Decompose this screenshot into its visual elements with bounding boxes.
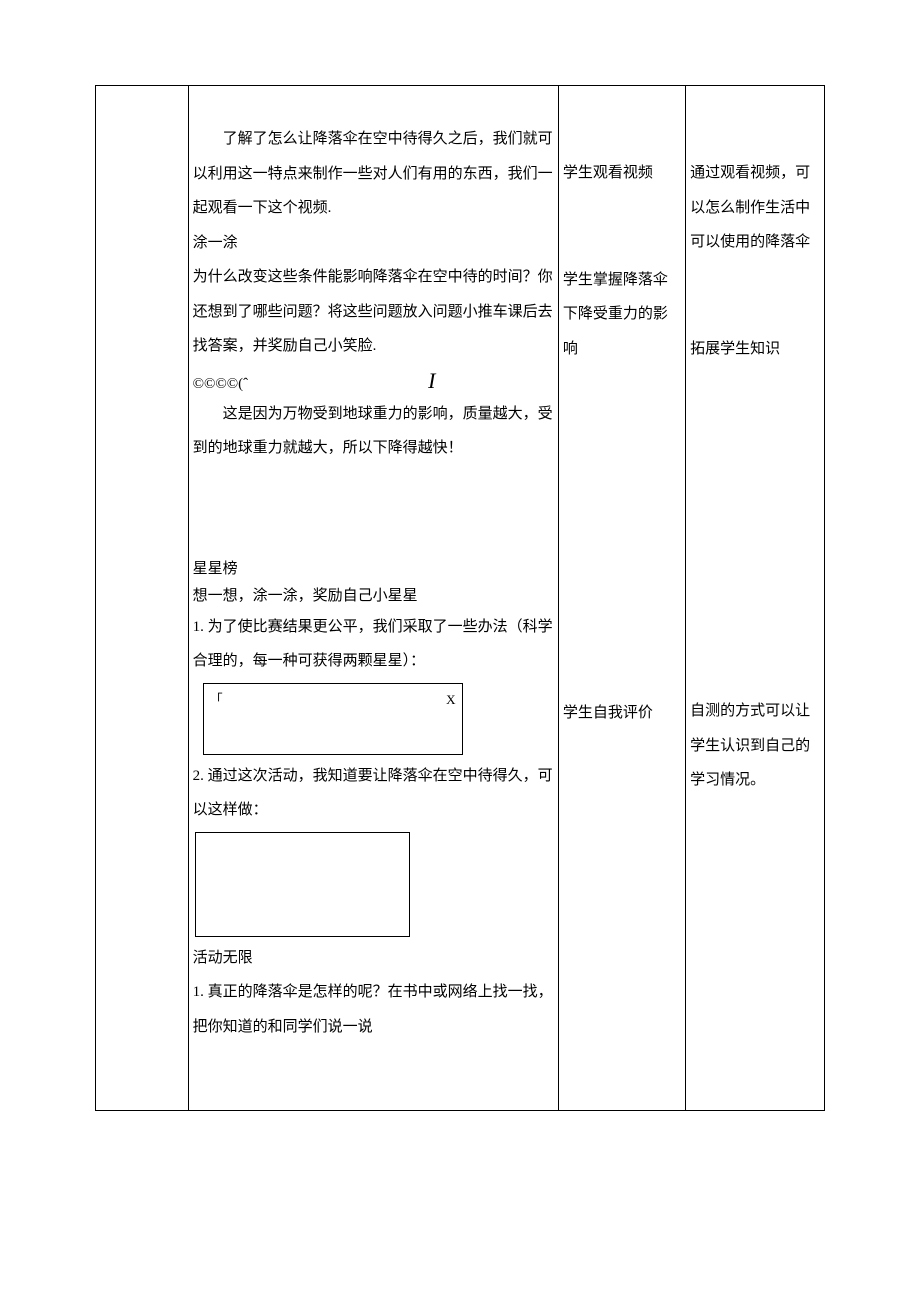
stars-question-1: 1. 为了使比赛结果更公平，我们采取了一些办法（科学合理的，每一种可获得两颗星星… — [193, 610, 554, 679]
section-title-tuyitu: 涂一涂 — [193, 226, 554, 261]
intent-expand-knowledge: 拓展学生知识 — [690, 332, 820, 367]
intent-video-making: 通过观看视频，可以怎么制作生活中可以使用的降落伞 — [690, 156, 820, 260]
paragraph-gravity: 这是因为万物受到地球重力的影响，质量越大，受到的地球重力就越大，所以下降得越快！ — [193, 397, 554, 466]
col3-student-activity: 学生观看视频 学生掌握降落伞下降受重力的影响 学生自我评价 — [558, 86, 685, 1111]
table-row: 了解了怎么让降落伞在空中待得久之后，我们就可以利用这一特点来制作一些对人们有用的… — [96, 86, 825, 1111]
paragraph-video-intro: 了解了怎么让降落伞在空中待得久之后，我们就可以利用这一特点来制作一些对人们有用的… — [193, 122, 554, 226]
student-self-evaluation: 学生自我评价 — [563, 696, 681, 731]
paragraph-question-cart: 为什么改变这些条件能影响降落伞在空中待的时间？你还想到了哪些问题？将这些问题放入… — [193, 260, 554, 364]
symbol-line: ©©©©(ˆ I — [193, 364, 554, 397]
spacer — [193, 92, 554, 122]
activity-question-1: 1. 真正的降落伞是怎样的呢？在书中或网络上找一找，把你知道的和同学们说一说 — [193, 975, 554, 1044]
section-title-activity: 活动无限 — [193, 941, 554, 976]
box-corner-left: 「 — [210, 685, 223, 715]
col4-design-intent: 通过观看视频，可以怎么制作生活中可以使用的降落伞 拓展学生知识 自测的方式可以让… — [686, 86, 825, 1111]
content-wrapper: 了解了怎么让降落伞在空中待得久之后，我们就可以利用这一特点来制作一些对人们有用的… — [189, 86, 558, 1110]
section-title-stars: 星星榜 — [193, 556, 554, 583]
col4-wrapper: 通过观看视频，可以怎么制作生活中可以使用的降落伞 拓展学生知识 自测的方式可以让… — [686, 86, 824, 804]
student-watch-video: 学生观看视频 — [563, 156, 681, 191]
symbol-copyright-group: ©©©©(ˆ — [193, 373, 249, 396]
student-grasp-gravity: 学生掌握降落伞下降受重力的影响 — [563, 263, 681, 367]
box-corner-right: X — [446, 685, 455, 715]
page-container: 了解了怎么让降落伞在空中待得久之后，我们就可以利用这一特点来制作一些对人们有用的… — [0, 0, 920, 1196]
lesson-plan-table: 了解了怎么让降落伞在空中待得久之后，我们就可以利用这一特点来制作一些对人们有用的… — [95, 85, 825, 1111]
col1-empty — [96, 86, 189, 1111]
answer-box-1: 「 X — [203, 683, 463, 755]
spacer — [193, 1044, 554, 1104]
col3-wrapper: 学生观看视频 学生掌握降落伞下降受重力的影响 学生自我评价 — [559, 86, 685, 737]
italic-i-symbol: I — [428, 364, 435, 397]
col2-main-content: 了解了怎么让降落伞在空中待得久之后，我们就可以利用这一特点来制作一些对人们有用的… — [188, 86, 558, 1111]
answer-box-2 — [195, 832, 410, 937]
stars-question-2: 2. 通过这次活动，我知道要让降落伞在空中待得久，可以这样做： — [193, 759, 554, 828]
stars-subtitle: 想一想，涂一涂，奖励自己小星星 — [193, 583, 554, 610]
intent-self-test: 自测的方式可以让学生认识到自己的学习情况。 — [690, 694, 820, 798]
spacer — [193, 466, 554, 556]
